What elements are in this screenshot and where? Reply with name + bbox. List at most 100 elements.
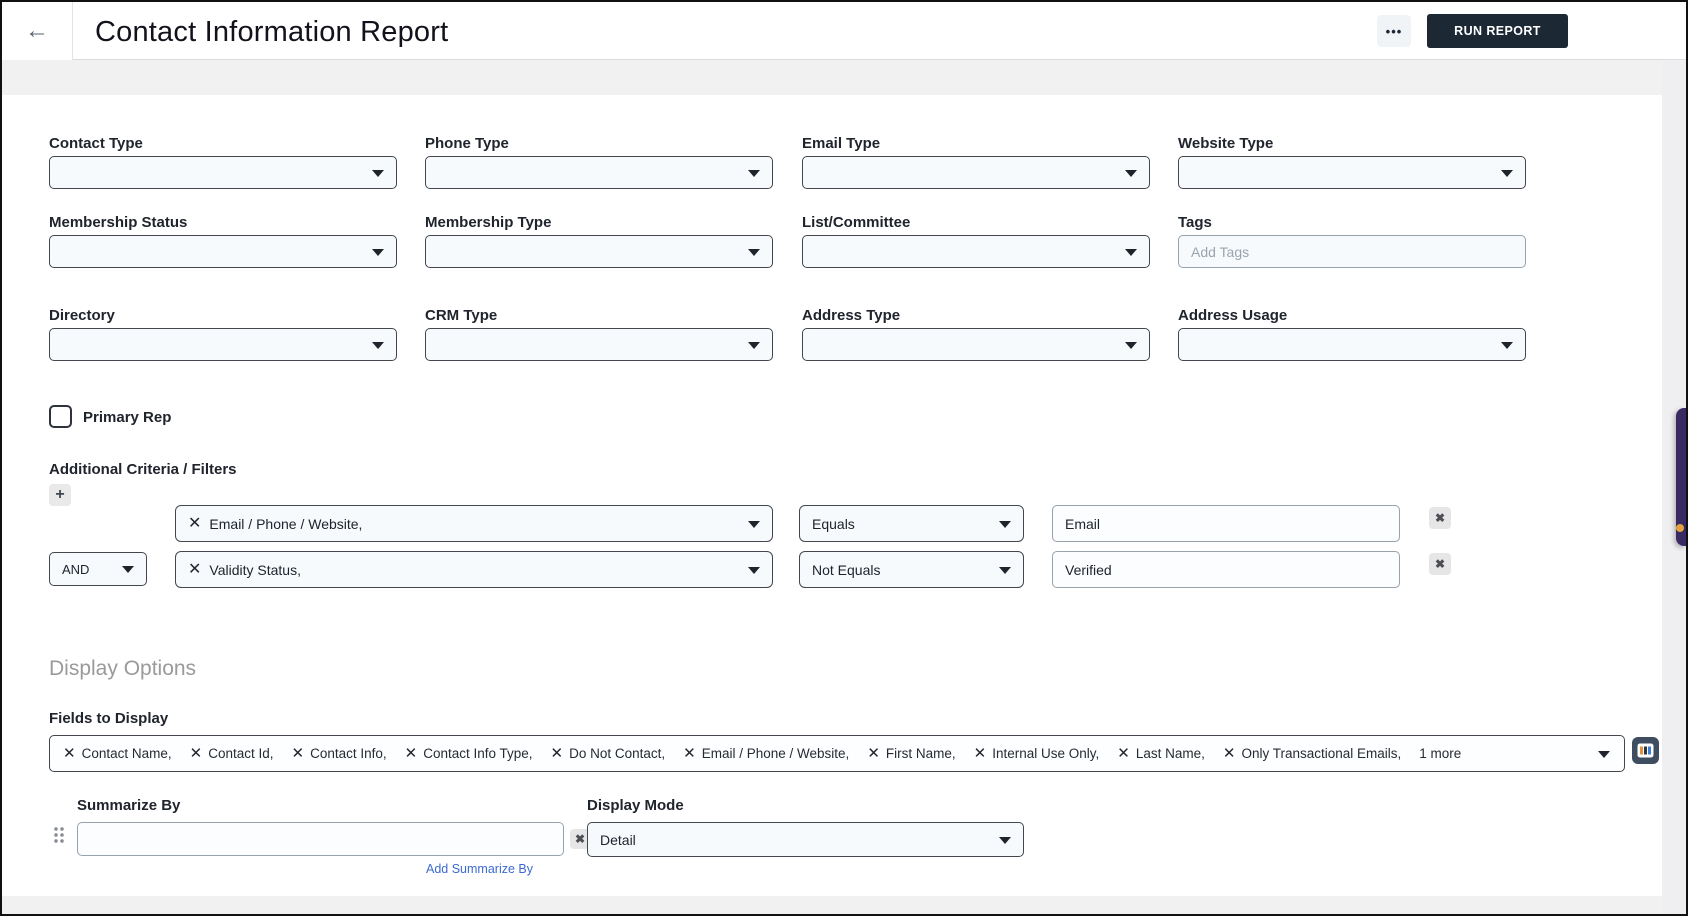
field-chip: ✕ Internal Use Only, [973,745,1100,762]
fields-to-display-label: Fields to Display [49,710,169,727]
chevron-down-icon [372,248,384,256]
chevron-down-icon [1125,341,1137,349]
remove-criteria-row-2-button[interactable]: ✖ [1429,553,1451,575]
field-label-phone-type: Phone Type [425,135,509,152]
chevron-down-icon [748,520,760,528]
remove-chip-icon[interactable]: ✕ [1117,746,1130,761]
remove-chip-icon[interactable]: ✕ [683,746,696,761]
remove-selection-icon[interactable]: ✕ [188,561,201,578]
criteria-field-select-1[interactable]: ✕ Email / Phone / Website, [175,505,773,542]
chevron-down-icon [1501,169,1513,177]
field-label-address-usage: Address Usage [1178,307,1288,324]
fields-to-display-select[interactable]: ✕ Contact Name, ✕ Contact Id, ✕ Contact Inf… [49,735,1625,772]
criteria-operator-select-2[interactable]: Not Equals [799,551,1024,588]
summarize-by-input[interactable] [77,822,564,856]
chevron-down-icon [1125,248,1137,256]
criteria-operator-value-2: Not Equals [812,561,881,578]
remove-chip-icon[interactable]: ✕ [974,746,987,761]
additional-criteria-title: Additional Criteria / Filters [49,461,237,478]
field-chip: ✕ Last Name, [1117,745,1205,762]
criteria-conjunction-value: AND [62,561,90,577]
column-settings-button[interactable] [1632,737,1659,764]
chevron-down-icon [748,566,760,574]
remove-chip-icon[interactable]: ✕ [63,746,76,761]
chevron-down-icon [999,566,1011,574]
drag-handle-icon[interactable] [53,826,64,843]
criteria-field-select-2[interactable]: ✕ Validity Status, [175,551,773,588]
field-label-membership-status: Membership Status [49,214,188,231]
criteria-operator-select-1[interactable]: Equals [799,505,1024,542]
display-mode-select[interactable]: Detail [587,822,1024,857]
membership-type-select[interactable] [425,235,773,268]
directory-select[interactable] [49,328,397,361]
close-icon: ✖ [1434,511,1446,525]
side-feedback-tab[interactable] [1676,408,1686,546]
remove-chip-icon[interactable]: ✕ [551,746,564,761]
chevron-down-icon [1501,341,1513,349]
remove-criteria-row-1-button[interactable]: ✖ [1429,507,1451,529]
field-chip: ✕ Contact Info, [291,745,387,762]
field-label-membership-type: Membership Type [425,214,552,231]
field-label-crm-type: CRM Type [425,307,498,324]
back-arrow-icon: ← [25,17,49,44]
field-label-directory: Directory [49,307,115,324]
summarize-by-label: Summarize By [77,797,181,814]
columns-icon [1637,743,1654,758]
field-label-email-type: Email Type [802,135,881,152]
add-filter-button[interactable]: + [49,484,71,506]
contact-type-select[interactable] [49,156,397,189]
ellipsis-icon: ••• [1385,23,1403,39]
criteria-conjunction-select[interactable]: AND [49,552,147,586]
criteria-value-input-2[interactable] [1052,551,1400,588]
chevron-down-icon [1125,169,1137,177]
chevron-down-icon [748,248,760,256]
field-chip: ✕ Contact Id, [189,745,274,762]
email-type-select[interactable] [802,156,1150,189]
field-chip: ✕ First Name, [867,745,956,762]
field-label-list-committee: List/Committee [802,214,911,231]
chevron-down-icon [1598,750,1610,758]
chevron-down-icon [999,836,1011,844]
chevron-down-icon [748,169,760,177]
chevron-down-icon [372,169,384,177]
back-button[interactable]: ← [2,2,73,60]
run-report-button[interactable]: RUN REPORT [1427,14,1568,48]
field-chip: ✕ Email / Phone / Website, [683,745,850,762]
display-mode-label: Display Mode [587,797,684,814]
remove-chip-icon[interactable]: ✕ [867,746,880,761]
add-summarize-by-link[interactable]: Add Summarize By [426,862,533,876]
close-icon: ✖ [1434,557,1446,571]
field-chip: ✕ Do Not Contact, [550,745,666,762]
more-options-button[interactable]: ••• [1377,15,1411,47]
remove-chip-icon[interactable]: ✕ [190,746,203,761]
website-type-select[interactable] [1178,156,1526,189]
field-chip: ✕ Contact Info Type, [404,745,533,762]
field-chip: ✕ Contact Name, [63,745,172,762]
list-committee-select[interactable] [802,235,1150,268]
side-tab-logo-icon [1676,524,1684,532]
display-options-title: Display Options [49,657,197,680]
crm-type-select[interactable] [425,328,773,361]
remove-chip-icon[interactable]: ✕ [292,746,305,761]
address-usage-select[interactable] [1178,328,1526,361]
criteria-field-value-1: Email / Phone / Website, [209,515,363,532]
remove-chip-icon[interactable]: ✕ [405,746,418,761]
address-type-select[interactable] [802,328,1150,361]
criteria-field-value-2: Validity Status, [209,561,301,578]
remove-chip-icon[interactable]: ✕ [1223,746,1236,761]
membership-status-select[interactable] [49,235,397,268]
remove-selection-icon[interactable]: ✕ [188,515,201,532]
chevron-down-icon [748,341,760,349]
phone-type-select[interactable] [425,156,773,189]
primary-rep-checkbox[interactable] [49,405,72,428]
criteria-value-input-1[interactable] [1052,505,1400,542]
chevron-down-icon [999,520,1011,528]
page-title: Contact Information Report [95,16,449,48]
display-mode-value: Detail [600,831,636,848]
chevron-down-icon [122,566,134,573]
field-label-address-type: Address Type [802,307,901,324]
field-label-website-type: Website Type [1178,135,1274,152]
app-window: ← Contact Information Report ••• RUN REP… [0,0,1688,916]
field-label-tags: Tags [1178,214,1212,231]
tags-input[interactable] [1178,235,1526,268]
